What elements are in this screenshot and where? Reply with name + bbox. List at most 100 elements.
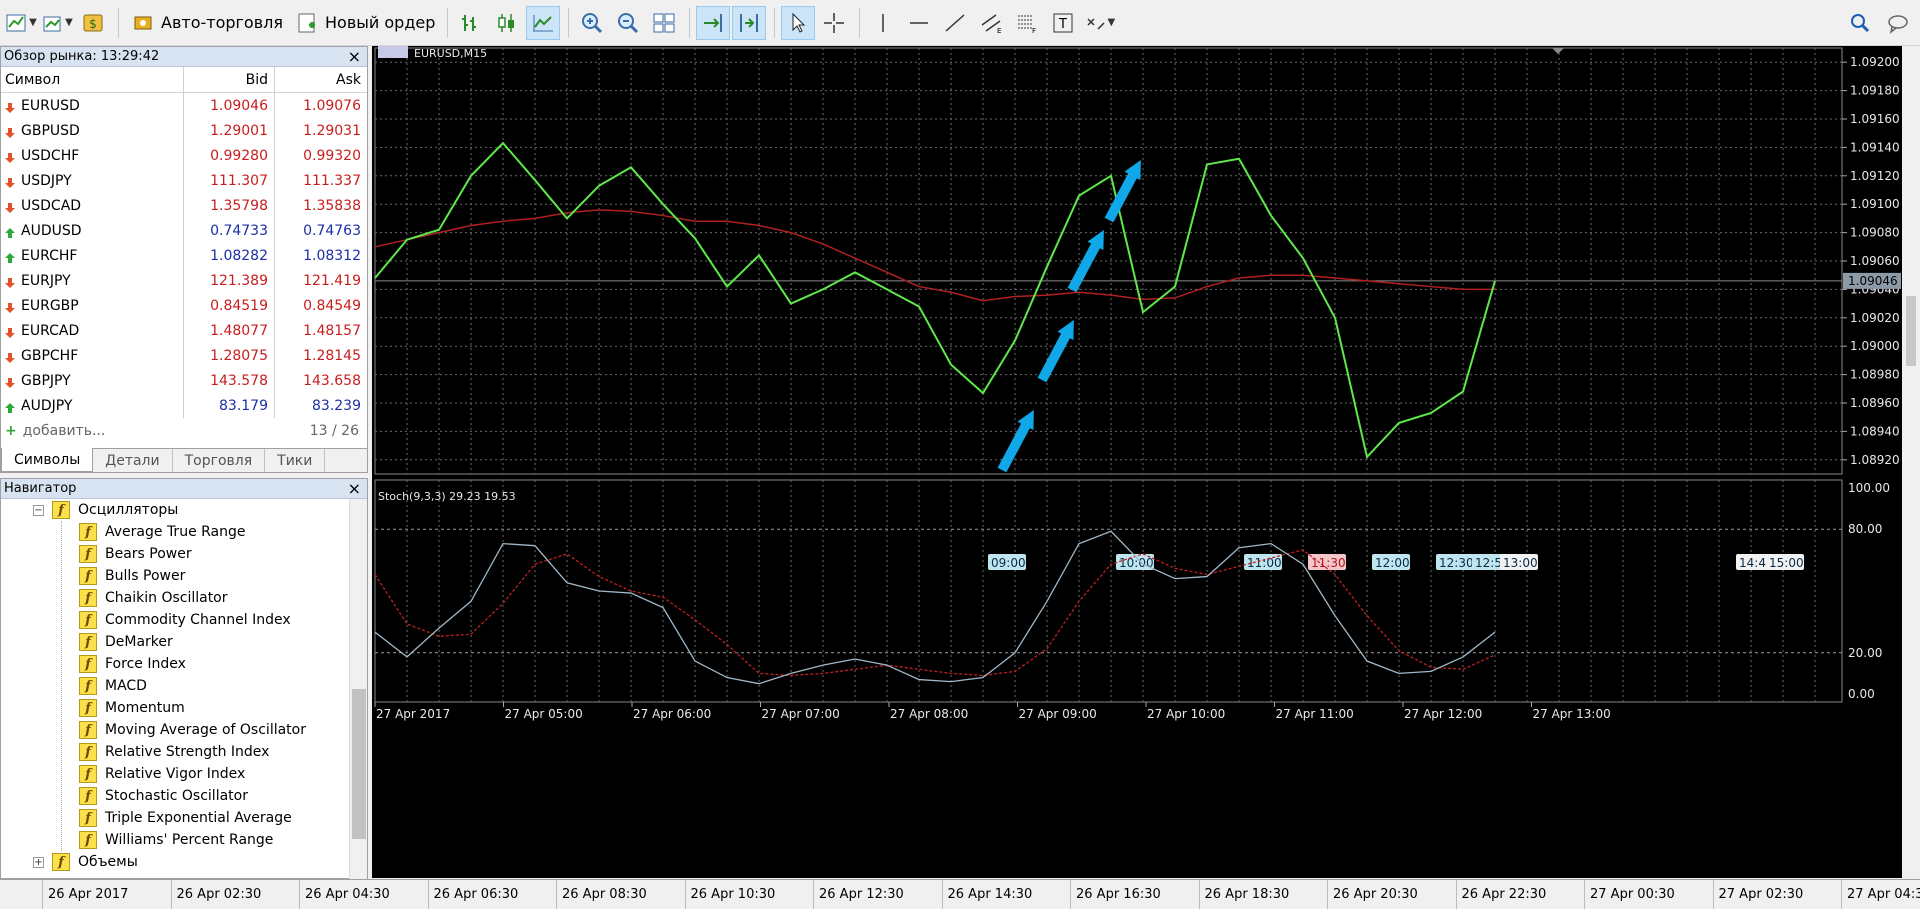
navigator-indicator-item[interactable]: fStochastic Oscillator — [79, 785, 248, 807]
navigator-indicator-item[interactable]: fMACD — [79, 675, 147, 697]
shapes-button[interactable]: ▼ — [1082, 6, 1116, 40]
auto-scroll-button[interactable] — [696, 6, 730, 40]
navigator-indicator-item[interactable]: fBulls Power — [79, 565, 185, 587]
chart-window[interactable]: 1.092001.091801.091601.091401.091201.091… — [372, 46, 1920, 878]
zoom-out-button[interactable] — [611, 6, 645, 40]
new-chart-button[interactable]: ▼ — [4, 6, 38, 40]
price-tick-label: 1.09140 — [1850, 140, 1900, 154]
navigator-indicator-item[interactable]: fMomentum — [79, 697, 185, 719]
trendline-button[interactable] — [938, 6, 972, 40]
close-icon[interactable]: × — [348, 481, 361, 497]
toolbar-separator — [774, 8, 775, 38]
chart-shift-button[interactable] — [732, 6, 766, 40]
time-bar-label: 26 Apr 10:30 — [691, 887, 776, 902]
navigator-indicator-item[interactable]: f Bears Power — [79, 543, 192, 565]
cursor-button[interactable] — [781, 6, 815, 40]
tab-details[interactable]: Детали — [93, 449, 172, 472]
market-watch-row[interactable]: EURJPY121.389121.419 — [1, 268, 367, 293]
time-axis-label: 27 Apr 08:00 — [890, 707, 968, 721]
time-bar-label: 26 Apr 06:30 — [434, 887, 519, 902]
search-icon[interactable] — [1848, 11, 1872, 35]
ask-value: 143.658 — [275, 368, 367, 393]
symbol-name: USDCHF — [21, 148, 79, 164]
plus-icon: + — [5, 423, 17, 439]
symbol-count: 13 / 26 — [310, 423, 359, 439]
bar-chart-button[interactable] — [454, 6, 488, 40]
svg-text:T: T — [1058, 17, 1067, 32]
market-watch-row[interactable]: USDCHF0.992800.99320 — [1, 143, 367, 168]
navigator-indicator-item[interactable]: fForce Index — [79, 653, 186, 675]
stoch-label: Stoch(9,3,3) 29.23 19.53 — [378, 490, 516, 503]
column-header-ask[interactable]: Ask — [275, 67, 367, 92]
market-watch-row[interactable]: USDJPY111.307111.337 — [1, 168, 367, 193]
market-watch-row[interactable]: GBPCHF1.280751.28145 — [1, 343, 367, 368]
tab-symbols[interactable]: Символы — [1, 448, 93, 472]
bid-value: 0.84519 — [184, 293, 275, 318]
indicator-folder-icon: f — [52, 501, 70, 519]
add-symbol-row[interactable]: +добавить... 13 / 26 — [1, 418, 367, 443]
line-chart-icon — [531, 11, 555, 35]
tree-folder-oscillators[interactable]: − f Осцилляторы — [33, 499, 178, 521]
indicator-icon: f — [79, 567, 97, 585]
arrow-down-icon — [5, 176, 15, 186]
market-watch-toggle-button[interactable]: $ — [76, 6, 110, 40]
new-chart-icon — [5, 11, 29, 35]
time-separator — [1199, 880, 1200, 909]
expand-icon[interactable]: + — [33, 857, 44, 868]
market-watch-row[interactable]: AUDJPY83.17983.239 — [1, 393, 367, 418]
navigator-indicator-item[interactable]: fDeMarker — [79, 631, 173, 653]
navigator-scrollbar[interactable] — [349, 499, 367, 879]
tree-folder-volumes[interactable]: + f Объемы — [33, 851, 138, 873]
candlestick-chart-button[interactable] — [490, 6, 524, 40]
collapse-icon[interactable]: − — [33, 505, 44, 516]
market-watch-row[interactable]: EURUSD1.090461.09076 — [1, 93, 367, 118]
navigator-indicator-item[interactable]: fTriple Exponential Average — [79, 807, 292, 829]
line-chart-button[interactable] — [526, 6, 560, 40]
market-watch-row[interactable]: USDCAD1.357981.35838 — [1, 193, 367, 218]
tab-ticks[interactable]: Тики — [265, 449, 325, 472]
profiles-button[interactable]: ▼ — [40, 6, 74, 40]
scrollbar-thumb[interactable] — [352, 689, 366, 839]
chart-canvas[interactable]: 1.092001.091801.091601.091401.091201.091… — [372, 46, 1920, 878]
navigator-indicator-item[interactable]: fCommodity Channel Index — [79, 609, 291, 631]
market-watch-row[interactable]: EURCAD1.480771.48157 — [1, 318, 367, 343]
symbol-name: EURCAD — [21, 323, 79, 339]
market-watch-row[interactable]: GBPUSD1.290011.29031 — [1, 118, 367, 143]
price-tick-label: 1.09100 — [1850, 197, 1900, 211]
indicator-icon: f — [79, 545, 97, 563]
autotrading-button[interactable]: Авто-торговля — [125, 6, 289, 40]
market-watch-row[interactable]: AUDUSD0.747330.74763 — [1, 218, 367, 243]
text-label-button[interactable]: T — [1046, 6, 1080, 40]
bid-value: 1.29001 — [184, 118, 275, 143]
column-header-bid[interactable]: Bid — [184, 67, 275, 92]
svg-text:E: E — [997, 27, 1001, 35]
ask-value: 1.29031 — [275, 118, 367, 143]
horizontal-line-button[interactable] — [902, 6, 936, 40]
navigator-indicator-item[interactable]: fWilliams' Percent Range — [79, 829, 273, 851]
crosshair-button[interactable] — [817, 6, 851, 40]
navigator-indicator-item[interactable]: fRelative Strength Index — [79, 741, 269, 763]
vertical-line-button[interactable] — [866, 6, 900, 40]
navigator-indicator-item[interactable]: fMoving Average of Oscillator — [79, 719, 306, 741]
chat-icon[interactable] — [1886, 11, 1910, 35]
zoom-in-button[interactable] — [575, 6, 609, 40]
market-watch-row[interactable]: GBPJPY143.578143.658 — [1, 368, 367, 393]
price-tick-label: 1.08980 — [1850, 368, 1900, 382]
time-axis-label: 27 Apr 13:00 — [1533, 707, 1611, 721]
navigator-indicator-item[interactable]: fAverage True Range — [79, 521, 246, 543]
navigator-indicator-item[interactable]: fRelative Vigor Index — [79, 763, 245, 785]
equidistant-channel-button[interactable]: E — [974, 6, 1008, 40]
tile-windows-button[interactable] — [647, 6, 681, 40]
close-icon[interactable]: × — [348, 49, 361, 65]
market-watch-row[interactable]: EURGBP0.845190.84549 — [1, 293, 367, 318]
column-header-symbol[interactable]: Символ — [1, 67, 184, 92]
indicator-label: Bears Power — [105, 546, 192, 562]
stoch-panel-frame — [375, 480, 1842, 702]
price-tick-label: 1.09180 — [1850, 84, 1900, 98]
new-order-button[interactable]: Новый ордер — [289, 6, 441, 40]
fibonacci-button[interactable]: F — [1010, 6, 1044, 40]
arrow-down-icon — [5, 151, 15, 161]
navigator-indicator-item[interactable]: fChaikin Oscillator — [79, 587, 228, 609]
tab-trading[interactable]: Торговля — [173, 449, 266, 472]
market-watch-row[interactable]: EURCHF1.082821.08312 — [1, 243, 367, 268]
